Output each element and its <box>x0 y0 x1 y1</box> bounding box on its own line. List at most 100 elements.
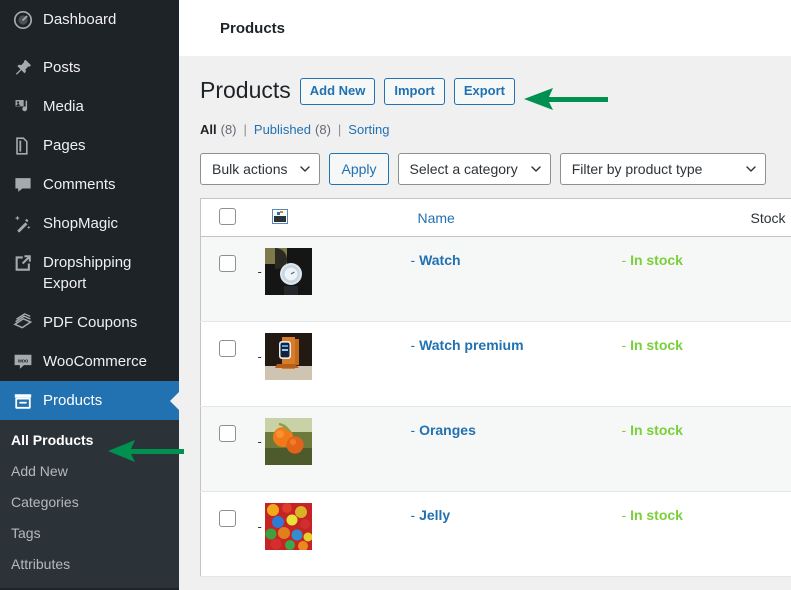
sidebar-item-label: ShopMagic <box>43 215 119 232</box>
product-thumbnail-oranges[interactable] <box>264 418 312 465</box>
row-thumbnail-cell: - <box>249 321 332 407</box>
submenu-item-tags[interactable]: Tags <box>0 518 179 549</box>
thumbnail-prefix-dash: - <box>257 264 262 279</box>
sidebar-item-dropshipping-export[interactable]: Dropshipping Export <box>0 243 179 303</box>
sidebar-separator <box>0 39 179 48</box>
chevron-down-icon <box>300 166 311 172</box>
view-filter-links: All (8) | Published (8) | Sorting <box>200 121 791 139</box>
pages-icon <box>11 135 35 156</box>
sidebar-item-posts[interactable]: Posts <box>0 48 179 87</box>
view-count-published: (8) <box>315 122 331 137</box>
admin-bar: Products <box>179 0 791 56</box>
sidebar-item-pages[interactable]: Pages <box>0 126 179 165</box>
sidebar-item-dashboard[interactable]: Dashboard <box>0 0 179 39</box>
row-name-cell: - Watch <box>331 236 622 322</box>
view-separator: | <box>337 122 342 137</box>
thumbnail-prefix-dash: - <box>257 519 262 534</box>
products-table: Name Stock -- Watch - In stock - - Watch pr… <box>200 198 791 577</box>
sidebar-item-label: PDF Coupons <box>43 314 138 331</box>
sidebar-item-label: Posts <box>43 59 81 76</box>
product-name-link[interactable]: Oranges <box>419 422 476 438</box>
sidebar-item-label: Dropshipping Export <box>43 254 132 292</box>
row-checkbox-cell <box>200 236 250 322</box>
sidebar-item-comments[interactable]: Comments <box>0 165 179 204</box>
view-link-published[interactable]: Published <box>254 121 311 139</box>
stock-status-badge: In stock <box>630 337 683 353</box>
media-icon <box>11 96 35 117</box>
column-header-name: Name <box>331 198 622 237</box>
row-name-cell: - Oranges <box>331 406 622 492</box>
sidebar-item-label: Products <box>43 392 103 409</box>
submenu-item-attributes[interactable]: Attributes <box>0 549 179 580</box>
active-menu-notch <box>170 391 179 410</box>
page-content: Products Add New Import Export All (8) |… <box>179 56 791 577</box>
sidebar-item-shopmagic[interactable]: ShopMagic <box>0 204 179 243</box>
sidebar-item-label: Media <box>43 98 84 115</box>
row-stock-cell: - In stock <box>621 236 791 322</box>
thumbnail-prefix-dash: - <box>257 434 262 449</box>
view-separator: | <box>243 122 247 137</box>
stock-status-badge: In stock <box>630 252 683 268</box>
row-stock-cell: - In stock <box>621 491 791 577</box>
bulk-actions-value: Bulk actions <box>212 161 288 177</box>
product-type-select-value: Filter by product type <box>571 161 703 177</box>
view-link-all[interactable]: All <box>200 121 217 139</box>
dashboard-icon <box>11 9 35 30</box>
category-select-value: Select a category <box>409 161 518 177</box>
sidebar-item-woocommerce[interactable]: woo WooCommerce <box>0 342 179 381</box>
row-name-cell: - Watch premium <box>331 321 622 407</box>
sidebar-item-products[interactable]: Products <box>0 381 179 420</box>
column-header-stock-label: Stock <box>750 209 786 226</box>
submenu-item-add-new[interactable]: Add New <box>0 456 179 487</box>
product-type-select[interactable]: Filter by product type <box>559 153 766 185</box>
view-link-sorting[interactable]: Sorting <box>348 121 389 139</box>
bulk-actions-select[interactable]: Bulk actions <box>200 153 321 185</box>
chevron-down-icon <box>745 166 756 172</box>
sidebar-item-label: Comments <box>43 176 116 193</box>
row-stock-cell: - In stock <box>621 321 791 407</box>
sort-by-name-link[interactable]: Name <box>332 210 455 226</box>
product-name-link[interactable]: Watch <box>419 252 460 268</box>
sidebar-item-label: Pages <box>43 137 86 154</box>
select-all-checkbox[interactable] <box>219 207 236 225</box>
submenu-item-all-products[interactable]: All Products <box>0 425 179 456</box>
product-name-link[interactable]: Watch premium <box>419 337 524 353</box>
category-select[interactable]: Select a category <box>397 153 551 185</box>
stock-prefix-dash: - <box>621 337 627 353</box>
product-thumbnail-watch[interactable] <box>264 248 312 295</box>
table-row: -- Jelly - In stock <box>200 491 791 577</box>
wand-icon <box>11 213 35 234</box>
row-thumbnail-cell: - <box>249 491 332 577</box>
pin-icon <box>11 57 35 78</box>
product-thumbnail-jelly[interactable] <box>264 503 312 550</box>
sidebar-item-media[interactable]: Media <box>0 87 179 126</box>
table-row: -- Watch - In stock <box>200 236 791 322</box>
submenu-item-categories[interactable]: Categories <box>0 487 179 518</box>
image-icon <box>250 208 332 227</box>
products-icon <box>11 390 35 411</box>
stock-status-badge: In stock <box>630 507 683 523</box>
product-name-link[interactable]: Jelly <box>419 507 450 523</box>
product-thumbnail-watch-premium[interactable] <box>264 333 312 380</box>
apply-button[interactable]: Apply <box>329 153 389 185</box>
add-new-button[interactable]: Add New <box>299 77 376 105</box>
page-title: Products <box>200 77 291 104</box>
comments-icon <box>11 174 35 195</box>
export-button[interactable]: Export <box>453 77 516 105</box>
row-checkbox[interactable] <box>219 510 236 527</box>
table-row: -- Watch premium - In stock <box>200 321 791 407</box>
column-header-checkbox <box>200 198 250 237</box>
thumbnail-prefix-dash: - <box>257 349 262 364</box>
admin-sidebar: Dashboard Posts Media Pages Comments ShopMagi… <box>0 0 179 590</box>
stock-status-badge: In stock <box>630 422 683 438</box>
stock-prefix-dash: - <box>621 252 627 268</box>
woocommerce-icon: woo <box>11 351 35 372</box>
sidebar-item-label: WooCommerce <box>43 353 147 370</box>
coupons-icon <box>11 312 35 333</box>
row-checkbox[interactable] <box>219 340 236 357</box>
row-checkbox[interactable] <box>219 425 236 442</box>
import-button[interactable]: Import <box>384 77 445 105</box>
row-checkbox[interactable] <box>219 255 236 272</box>
page-title-row: Products Add New Import Export <box>200 74 791 108</box>
sidebar-item-pdf-coupons[interactable]: PDF Coupons <box>0 303 179 342</box>
